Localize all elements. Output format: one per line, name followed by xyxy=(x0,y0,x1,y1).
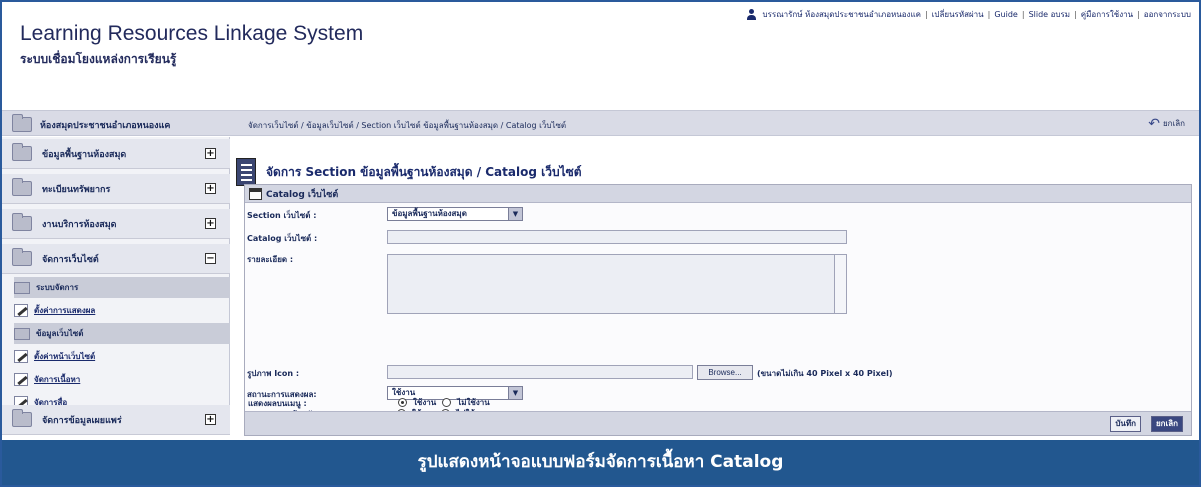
guide-link[interactable]: Guide xyxy=(994,10,1018,19)
back-button[interactable]: ↶ ยกเลิก xyxy=(1148,115,1185,132)
app-title: Learning Resources Linkage System xyxy=(20,22,364,45)
radio-label: ใช้งาน xyxy=(413,398,437,407)
icon-label: รูปภาพ Icon : xyxy=(247,369,300,378)
sidebar-item-label: จัดการข้อมูลเผยแพร่ xyxy=(42,415,122,426)
back-label: ยกเลิก xyxy=(1162,119,1185,128)
sidebar-sub-display-settings[interactable]: ตั้งค่าการแสดงผล xyxy=(14,300,230,321)
logout-link[interactable]: ออกจากระบบ xyxy=(1144,8,1191,21)
detail-label: รายละเอียด : xyxy=(247,255,294,264)
sidebar-item-publish[interactable]: จัดการข้อมูลเผยแพร่ + xyxy=(2,405,230,435)
slide-link[interactable]: Slide อบรม xyxy=(1029,8,1071,21)
edit-icon xyxy=(14,304,28,317)
menu-off-radio[interactable] xyxy=(442,398,452,407)
page-header: จัดการ Section ข้อมูลพื้นฐานห้องสมุด / C… xyxy=(236,158,582,186)
expand-icon[interactable]: + xyxy=(205,183,216,194)
manual-link[interactable]: คู่มือการใช้งาน xyxy=(1081,8,1133,21)
save-button[interactable]: บันทึก xyxy=(1110,416,1141,432)
sidebar-item-label: งานบริการห้องสมุด xyxy=(42,219,117,230)
folder-icon xyxy=(12,143,32,161)
app-subtitle: ระบบเชื่อมโยงแหล่งการเรียนรู้ xyxy=(20,52,177,66)
folder-icon xyxy=(12,213,32,231)
edit-icon xyxy=(14,373,28,386)
cancel-button[interactable]: ยกเลิก xyxy=(1150,416,1183,432)
icon-file-input[interactable] xyxy=(387,365,693,379)
form-footer: บันทึก ยกเลิก xyxy=(245,411,1191,435)
sidebar-item-label: ทะเบียนทรัพยากร xyxy=(42,184,111,195)
breadcrumb[interactable]: จัดการเว็บไซต์ / ข้อมูลเว็บไซต์ / Sectio… xyxy=(248,119,566,132)
back-arrow-icon: ↶ xyxy=(1148,115,1160,132)
sidebar-sub-website-data[interactable]: ข้อมูลเว็บไซต์ xyxy=(14,323,230,344)
library-home[interactable]: ห้องสมุดประชาชนอำเภอหนองแค xyxy=(12,114,171,132)
menu-on-radio[interactable] xyxy=(398,398,407,407)
window-icon xyxy=(249,187,262,200)
sidebar-sub-system[interactable]: ระบบจัดการ xyxy=(14,277,230,298)
main-content: จัดการ Section ข้อมูลพื้นฐานห้องสมุด / C… xyxy=(236,140,1197,440)
folder-icon xyxy=(12,248,32,266)
chevron-down-icon[interactable]: ▼ xyxy=(508,387,522,399)
expand-icon[interactable]: + xyxy=(205,148,216,159)
icon-size-hint: (ขนาดไม่เกิน 40 Pixel x 40 Pixel) xyxy=(757,369,893,378)
section-value: ข้อมูลพื้นฐานห้องสมุด xyxy=(392,209,467,218)
figure-caption: รูปแสดงหน้าจอแบบฟอร์มจัดการเนื้อหา Catal… xyxy=(2,440,1199,485)
radio-label: ไม่ใช้งาน xyxy=(457,398,490,407)
sidebar-sub-content[interactable]: จัดการเนื้อหา xyxy=(14,369,230,390)
expand-icon[interactable]: + xyxy=(205,414,216,425)
form-header: Catalog เว็บไซต์ xyxy=(245,185,1191,203)
browse-button[interactable]: Browse... xyxy=(697,365,753,380)
catalog-label: Catalog เว็บไซต์ : xyxy=(247,234,318,243)
edit-icon xyxy=(14,350,28,363)
sub-item-link[interactable]: ตั้งค่าการแสดงผล xyxy=(34,304,95,317)
library-name: ห้องสมุดประชาชนอำเภอหนองแค xyxy=(40,120,171,131)
folder-icon xyxy=(14,281,30,294)
user-link[interactable]: บรรณารักษ์ ห้องสมุดประชาชนอำเภอหนองแค xyxy=(763,8,921,21)
page-title: จัดการ Section ข้อมูลพื้นฐานห้องสมุด / C… xyxy=(266,164,582,179)
sidebar-item-resources[interactable]: ทะเบียนทรัพยากร + xyxy=(2,174,230,204)
textarea-scrollbar[interactable] xyxy=(834,255,846,313)
sidebar-sub-page-settings[interactable]: ตั้งค่าหน้าเว็บไซต์ xyxy=(14,346,230,367)
detail-textarea[interactable] xyxy=(387,254,847,314)
section-label: Section เว็บไซต์ : xyxy=(247,211,317,220)
folder-icon xyxy=(14,327,30,340)
menu-display-radios: ใช้งาน ไม่ใช้งาน xyxy=(398,396,490,409)
form-title: Catalog เว็บไซต์ xyxy=(266,189,339,200)
sidebar-item-website[interactable]: จัดการเว็บไซต์ − xyxy=(2,244,230,274)
sub-item-label: ระบบจัดการ xyxy=(36,283,79,292)
folder-icon xyxy=(12,409,32,427)
sub-item-label: ข้อมูลเว็บไซต์ xyxy=(36,329,84,338)
document-icon xyxy=(236,158,256,186)
catalog-input[interactable] xyxy=(387,230,847,244)
sidebar: ข้อมูลพื้นฐานห้องสมุด + ทะเบียนทรัพยากร … xyxy=(2,137,230,435)
user-icon xyxy=(746,9,757,20)
section-select[interactable]: ข้อมูลพื้นฐานห้องสมุด ▼ xyxy=(387,207,523,221)
library-icon xyxy=(12,114,32,132)
chevron-down-icon[interactable]: ▼ xyxy=(508,208,522,220)
expand-icon[interactable]: + xyxy=(205,218,216,229)
change-password-link[interactable]: เปลี่ยนรหัสผ่าน xyxy=(932,8,984,21)
sidebar-item-label: ข้อมูลพื้นฐานห้องสมุด xyxy=(42,149,127,160)
sub-item-link[interactable]: จัดการเนื้อหา xyxy=(34,373,80,386)
app-header: Learning Resources Linkage System ระบบเช… xyxy=(2,2,1199,110)
sub-item-link[interactable]: ตั้งค่าหน้าเว็บไซต์ xyxy=(34,350,95,363)
sidebar-item-label: จัดการเว็บไซต์ xyxy=(42,254,99,265)
folder-icon xyxy=(12,178,32,196)
menu-display-label: แสดงผลบนเมนู : xyxy=(248,399,307,408)
top-links: บรรณารักษ์ ห้องสมุดประชาชนอำเภอหนองแค | … xyxy=(746,8,1191,21)
collapse-icon[interactable]: − xyxy=(205,253,216,264)
catalog-form: Catalog เว็บไซต์ Section เว็บไซต์ : ข้อม… xyxy=(244,184,1192,436)
sidebar-item-library-info[interactable]: ข้อมูลพื้นฐานห้องสมุด + xyxy=(2,139,230,169)
breadcrumb-bar: ห้องสมุดประชาชนอำเภอหนองแค จัดการเว็บไซต… xyxy=(2,110,1199,136)
sidebar-item-services[interactable]: งานบริการห้องสมุด + xyxy=(2,209,230,239)
